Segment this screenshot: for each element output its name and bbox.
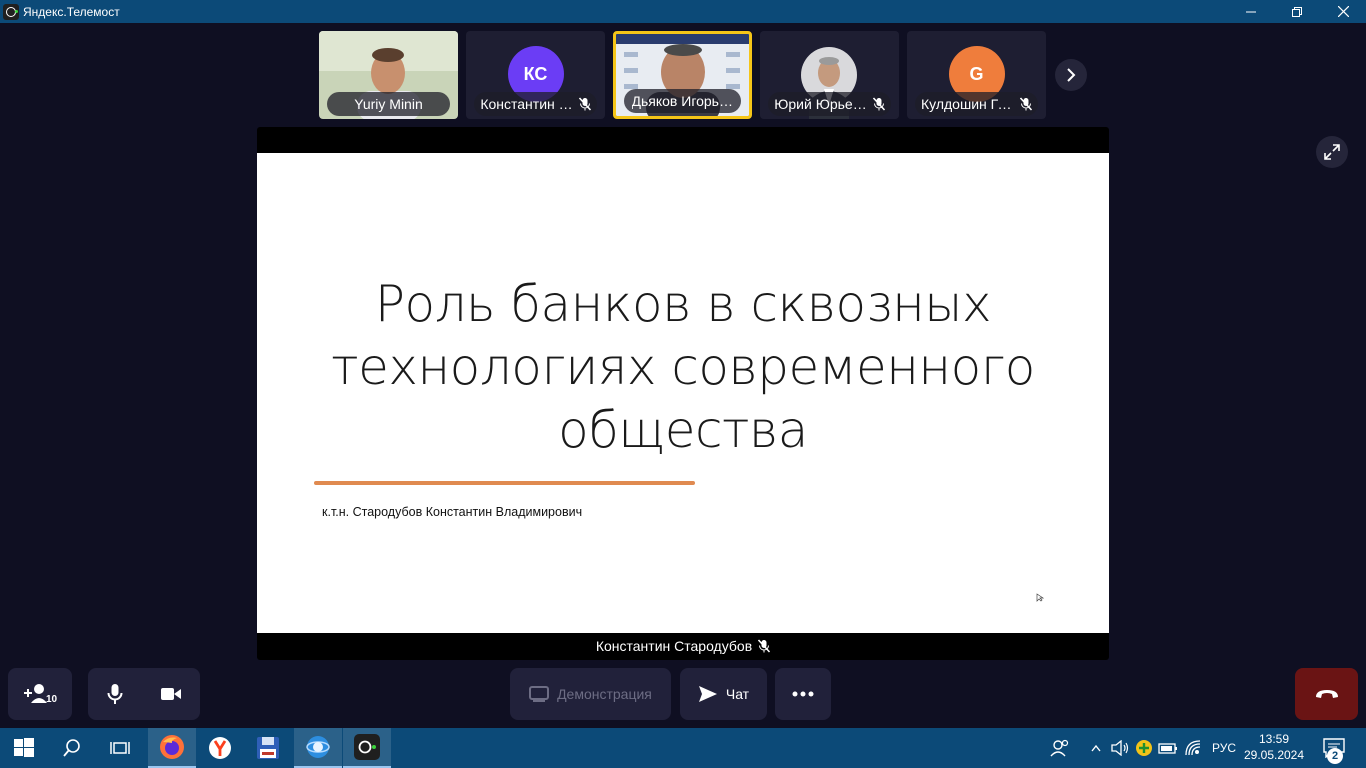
system-clock[interactable]: 13:59 29.05.2024 [1236, 731, 1312, 763]
participant-tile[interactable]: КС Константин … [466, 31, 605, 119]
mic-muted-icon [1020, 97, 1032, 111]
notification-count-badge: 2 [1327, 748, 1343, 764]
yandex-browser-icon [209, 737, 231, 759]
participant-name: Константин … [480, 96, 573, 112]
messenger-globe-icon [306, 736, 330, 758]
speaker-icon [1111, 740, 1129, 756]
tray-app-button[interactable] [1132, 728, 1156, 768]
chat-button[interactable]: Чат [680, 668, 767, 720]
more-dots-icon [792, 691, 814, 697]
microphone-button[interactable] [107, 683, 123, 705]
expand-icon [1324, 144, 1340, 160]
media-controls [88, 668, 200, 720]
participant-name-tag: Yuriy Minin [327, 92, 450, 116]
minimize-icon [1246, 11, 1256, 12]
more-options-button[interactable] [775, 668, 831, 720]
slide-title-line: общества [558, 401, 808, 459]
participant-name-tag: Юрий Юрье… [768, 92, 891, 116]
participant-name: Юрий Юрье… [774, 96, 867, 112]
participant-tile[interactable]: Юрий Юрье… [760, 31, 899, 119]
window-title: Яндекс.Телемост [23, 4, 120, 19]
battery-button[interactable] [1156, 728, 1180, 768]
telemost-app-icon [3, 3, 19, 20]
presenter-name-tag: Константин Стародубов [257, 635, 1109, 657]
participant-tile-active-speaker[interactable]: Дьяков Игорь А… [613, 31, 752, 119]
taskbar-save-app[interactable] [244, 728, 292, 768]
slide-title-line: технологиях современного [331, 338, 1035, 396]
slide-title: Роль банков в сквозных технологиях совре… [257, 273, 1109, 462]
firefox-icon [160, 735, 184, 759]
participant-name-tag: Константин … [474, 92, 597, 116]
chevron-up-icon [1091, 744, 1101, 752]
show-hidden-icons-button[interactable] [1084, 728, 1108, 768]
send-icon [698, 686, 717, 702]
taskbar-yandex-browser[interactable] [196, 728, 244, 768]
people-button[interactable] [1040, 728, 1080, 768]
chat-label: Чат [725, 686, 750, 702]
hang-up-icon [1315, 690, 1338, 698]
participant-name: Дьяков Игорь А… [631, 93, 734, 109]
participant-name-tag: Дьяков Игорь А… [624, 89, 741, 113]
input-language[interactable]: РУС [1212, 741, 1236, 755]
wifi-icon [1185, 740, 1201, 756]
chevron-right-icon [1067, 68, 1076, 82]
taskbar-firefox[interactable] [148, 728, 196, 768]
camera-button[interactable] [160, 686, 182, 702]
screen-share-icon [529, 686, 550, 702]
windows-taskbar: РУС 13:59 29.05.2024 [0, 728, 1366, 768]
battery-icon [1158, 743, 1177, 754]
screen-share-stage: Роль банков в сквозных технологиях совре… [257, 127, 1109, 660]
window-controls [1228, 0, 1366, 23]
taskbar-messenger[interactable] [294, 728, 342, 768]
screen-share-button[interactable]: Демонстрация [510, 668, 671, 720]
restore-button[interactable] [1274, 0, 1320, 23]
participants-count: 10 [46, 694, 58, 705]
search-icon [63, 739, 80, 757]
fullscreen-button[interactable] [1316, 136, 1348, 168]
slide-title-line: Роль банков в сквозных [374, 275, 992, 333]
restore-icon [1292, 6, 1302, 17]
participant-tile[interactable]: G Кулдошин Гр… [907, 31, 1046, 119]
next-participants-button[interactable] [1055, 59, 1087, 91]
people-icon [1050, 739, 1069, 757]
camera-icon [160, 688, 181, 700]
avatar-initials: КС [523, 63, 548, 84]
task-view-icon [110, 742, 130, 754]
network-button[interactable] [1182, 728, 1206, 768]
invite-participants-button[interactable]: 10 [8, 668, 72, 720]
mouse-cursor-icon [1036, 593, 1044, 602]
start-button[interactable] [0, 728, 48, 768]
slide-author: к.т.н. Стародубов Константин Владимирови… [322, 505, 583, 519]
presenter-name: Константин Стародубов [595, 638, 753, 654]
clock-date: 29.05.2024 [1243, 748, 1305, 762]
participant-name: Кулдошин Гр… [921, 96, 1014, 112]
title-bar: Яндекс.Телемост [0, 0, 1366, 23]
task-view-button[interactable] [96, 728, 144, 768]
plus-badge-icon [1136, 740, 1152, 756]
search-button[interactable] [48, 728, 96, 768]
avatar-initials: G [969, 63, 984, 84]
microphone-icon [107, 684, 122, 704]
close-button[interactable] [1320, 0, 1366, 23]
slide-accent-line [314, 481, 695, 485]
end-call-button[interactable] [1295, 668, 1358, 720]
presentation-slide: Роль банков в сквозных технологиях совре… [257, 153, 1109, 633]
windows-logo-icon [14, 738, 34, 757]
participant-name: Yuriy Minin [354, 96, 423, 112]
participant-tile[interactable]: Yuriy Minin [319, 31, 458, 119]
minimize-button[interactable] [1228, 0, 1274, 23]
mic-muted-icon [872, 97, 885, 111]
floppy-disk-icon [257, 737, 279, 759]
mic-muted-icon [758, 639, 771, 653]
taskbar-telemost[interactable] [343, 728, 391, 768]
volume-button[interactable] [1108, 728, 1132, 768]
participant-name-tag: Кулдошин Гр… [915, 92, 1038, 116]
telemost-icon [354, 734, 380, 760]
screen-share-label: Демонстрация [557, 686, 652, 702]
mic-muted-icon [578, 97, 591, 111]
clock-time: 13:59 [1258, 732, 1290, 746]
close-icon [1337, 6, 1349, 17]
